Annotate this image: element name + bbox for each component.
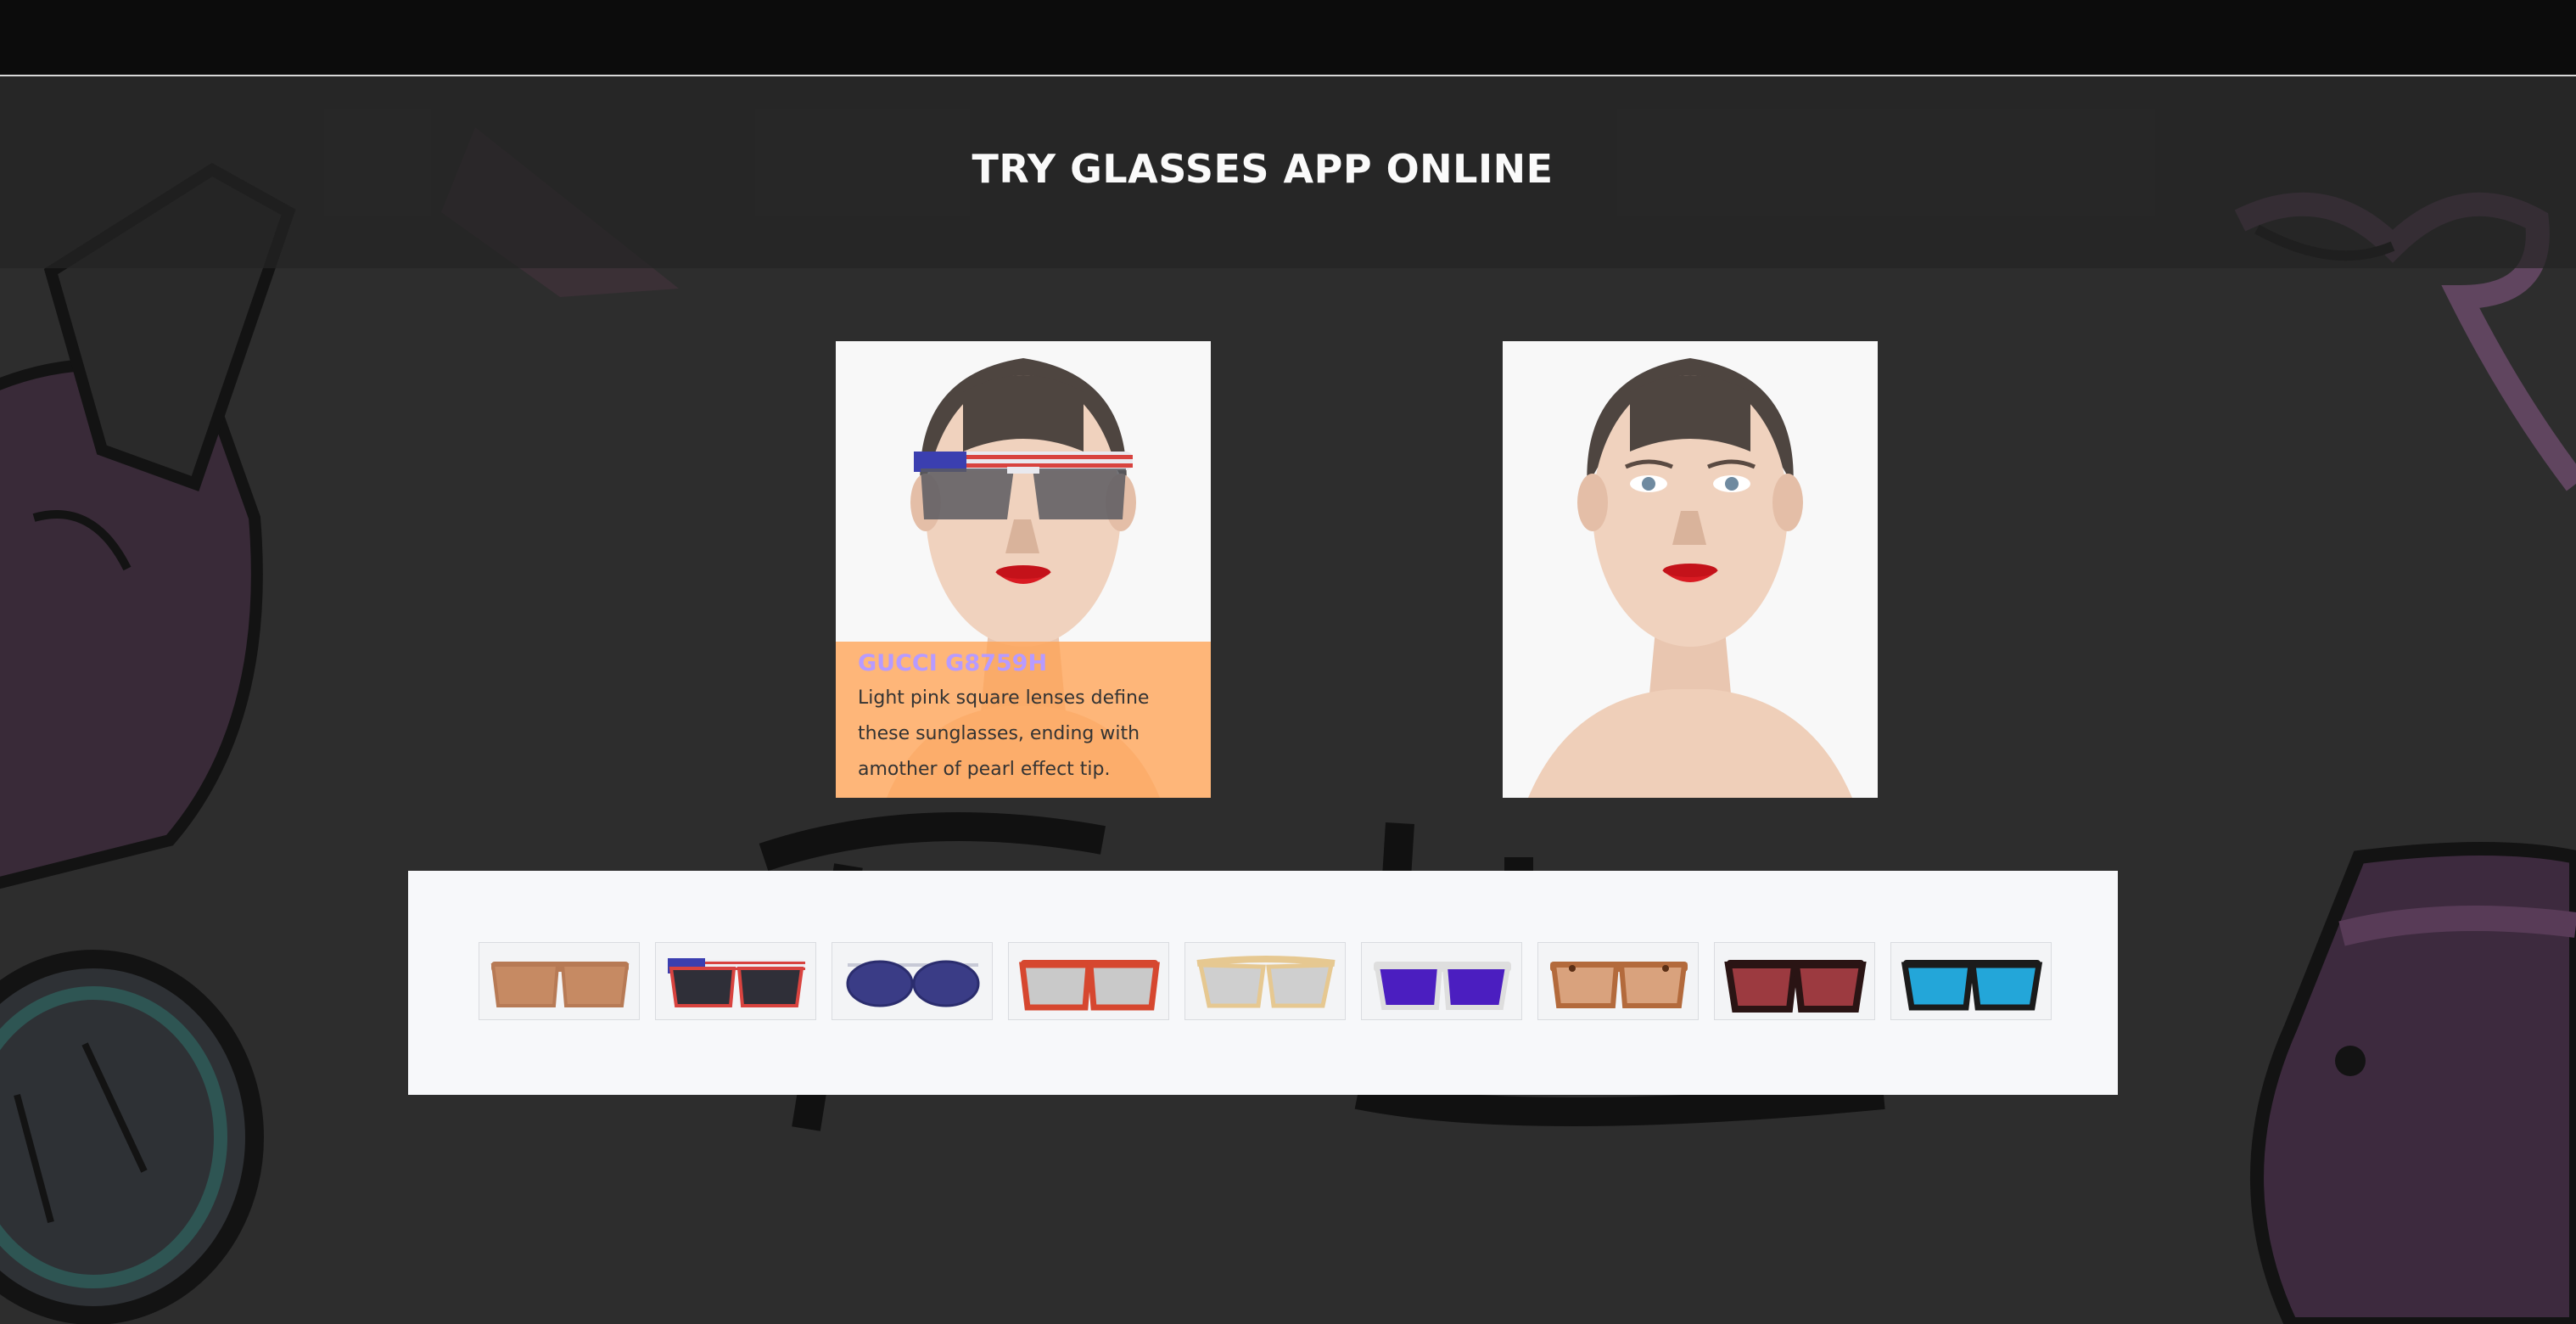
glasses-picker bbox=[408, 871, 2118, 1095]
navy-aviator-icon bbox=[846, 960, 980, 1007]
purple-lens-icon bbox=[1374, 962, 1511, 1010]
glasses-option-3[interactable] bbox=[832, 942, 993, 1020]
product-info-panel: GUCCI G8759H Light pink square lenses de… bbox=[836, 642, 1211, 798]
glasses-option-1[interactable] bbox=[479, 942, 640, 1020]
top-navigation-bar bbox=[0, 0, 2576, 76]
usa-flag-sunglasses-icon bbox=[914, 452, 1133, 519]
brown-wayfarer-icon bbox=[490, 962, 630, 1007]
blue-lens-wayfarer-icon bbox=[1901, 960, 2043, 1011]
tortoise-shell-icon bbox=[1550, 962, 1688, 1008]
glasses-option-7[interactable] bbox=[1537, 942, 1699, 1020]
glasses-option-2[interactable] bbox=[655, 942, 816, 1020]
original-photo bbox=[1503, 341, 1878, 798]
product-description: Light pink square lenses define these su… bbox=[858, 687, 1150, 780]
try-on-preview: GUCCI G8759H Light pink square lenses de… bbox=[836, 341, 1211, 798]
gold-cat-eye-icon bbox=[1196, 956, 1336, 1008]
woman-portrait-icon bbox=[1503, 341, 1878, 798]
glasses-option-6[interactable] bbox=[1361, 942, 1522, 1020]
usa-flag-sunglasses-icon bbox=[668, 958, 805, 1007]
glasses-option-5[interactable] bbox=[1184, 942, 1346, 1020]
glasses-option-8[interactable] bbox=[1714, 942, 1875, 1020]
page-title: TRY GLASSES APP ONLINE bbox=[972, 146, 1554, 192]
red-wayfarer-icon bbox=[1019, 960, 1160, 1011]
glasses-option-4[interactable] bbox=[1008, 942, 1169, 1020]
dark-red-mirror-icon bbox=[1724, 960, 1867, 1013]
glasses-option-9[interactable] bbox=[1890, 942, 2052, 1020]
product-name: GUCCI G8759H bbox=[858, 650, 1048, 676]
